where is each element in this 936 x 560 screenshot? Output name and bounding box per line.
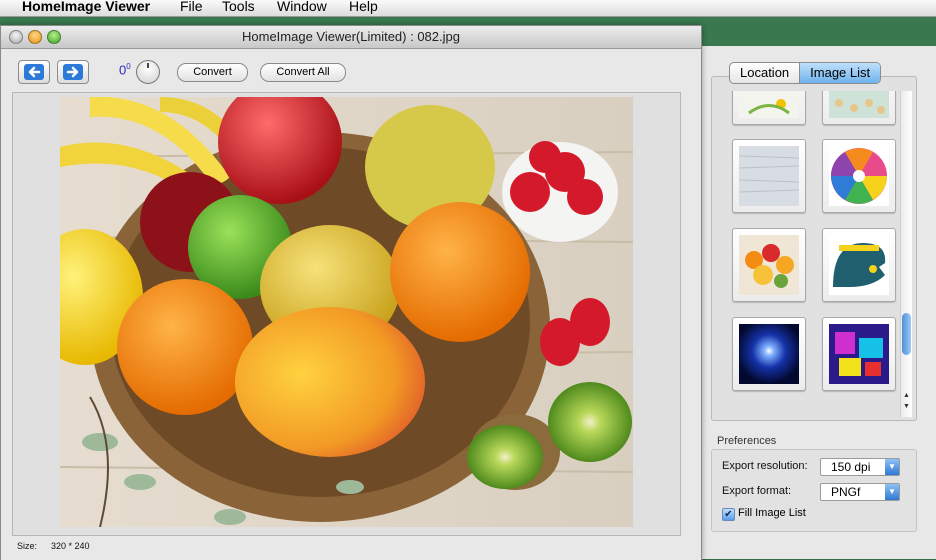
tab-image-list[interactable]: Image List bbox=[800, 63, 881, 83]
fill-image-list-checkbox[interactable]: ✔ bbox=[722, 508, 735, 521]
thumb-colorful-abstract-icon bbox=[829, 324, 889, 384]
knob-indicator bbox=[147, 63, 149, 68]
preferences-box: Export resolution: 150 dpi ▼ Export form… bbox=[711, 449, 917, 532]
thumb-homeimage-logo-icon bbox=[829, 235, 889, 295]
thumb-cartoon-icon bbox=[739, 91, 799, 118]
scroll-up-icon[interactable]: ▲ bbox=[902, 391, 911, 401]
arrow-right-icon bbox=[63, 64, 83, 80]
panel-tab-control: Location Image List bbox=[729, 62, 882, 84]
fill-image-list-label[interactable]: Fill Image List bbox=[738, 507, 806, 519]
thumbnail-tile[interactable] bbox=[732, 139, 806, 213]
arrow-left-icon bbox=[24, 64, 44, 80]
thumbnail-tile[interactable] bbox=[732, 91, 806, 125]
thumbnail-tile[interactable] bbox=[732, 228, 806, 302]
thumbnail-scrollbar[interactable]: ▲ ▼ bbox=[900, 91, 912, 417]
rotation-value: 00 bbox=[119, 62, 131, 77]
convert-all-button[interactable]: Convert All bbox=[260, 63, 346, 82]
export-resolution-value: 150 dpi bbox=[831, 460, 871, 474]
dropdown-arrow-icon[interactable]: ▼ bbox=[885, 484, 899, 500]
scroll-down-icon[interactable]: ▼ bbox=[902, 402, 911, 412]
fruit-basket-photo bbox=[60, 97, 633, 527]
previous-image-button[interactable] bbox=[18, 60, 50, 84]
thumbnail-tile[interactable] bbox=[822, 139, 896, 213]
tab-location[interactable]: Location bbox=[730, 63, 801, 83]
next-image-button[interactable] bbox=[57, 60, 89, 84]
thumb-spiral-icon bbox=[829, 146, 889, 206]
thumb-pattern-icon bbox=[829, 91, 889, 118]
menu-window[interactable]: Window bbox=[277, 0, 327, 13]
side-panel-window: ▲ ▼ Location Image List Preferences Expo… bbox=[698, 46, 936, 559]
preferences-title: Preferences bbox=[717, 435, 777, 447]
scrollbar-thumb[interactable] bbox=[902, 313, 911, 355]
export-resolution-label: Export resolution: bbox=[722, 460, 808, 472]
export-format-select[interactable]: PNGf ▼ bbox=[820, 483, 900, 501]
main-window: HomeImage Viewer(Limited) : 082.jpg 00 C… bbox=[0, 25, 702, 560]
convert-button[interactable]: Convert bbox=[177, 63, 248, 82]
size-label: Size: bbox=[17, 541, 38, 551]
rotation-degree: 0 bbox=[126, 62, 131, 71]
menu-file[interactable]: File bbox=[180, 0, 203, 13]
thumbnail-tile[interactable] bbox=[822, 317, 896, 391]
menu-bar: HomeImage Viewer File Tools Window Help bbox=[0, 0, 936, 17]
size-value: 320 * 240 bbox=[51, 541, 90, 551]
thumbnail-tile[interactable] bbox=[822, 91, 896, 125]
export-format-label: Export format: bbox=[722, 485, 792, 497]
app-menu-name[interactable]: HomeImage Viewer bbox=[22, 0, 150, 13]
rotation-knob[interactable] bbox=[136, 60, 160, 84]
window-title: HomeImage Viewer(Limited) : 082.jpg bbox=[242, 29, 460, 44]
thumb-gray-texture-icon bbox=[739, 146, 799, 206]
thumbnail-tile[interactable] bbox=[822, 228, 896, 302]
image-list-box: ▲ ▼ bbox=[711, 76, 917, 421]
export-resolution-select[interactable]: 150 dpi ▼ bbox=[820, 458, 900, 476]
image-canvas bbox=[12, 92, 681, 536]
thumb-blue-flare-icon bbox=[739, 324, 799, 384]
thumb-fruit-icon bbox=[739, 235, 799, 295]
menu-help[interactable]: Help bbox=[349, 0, 378, 13]
export-format-value: PNGf bbox=[831, 485, 861, 499]
window-titlebar: HomeImage Viewer(Limited) : 082.jpg bbox=[1, 26, 701, 49]
menu-tools[interactable]: Tools bbox=[222, 0, 255, 13]
dropdown-arrow-icon[interactable]: ▼ bbox=[885, 459, 899, 475]
thumbnail-grid bbox=[720, 91, 902, 419]
thumbnail-tile[interactable] bbox=[732, 317, 806, 391]
